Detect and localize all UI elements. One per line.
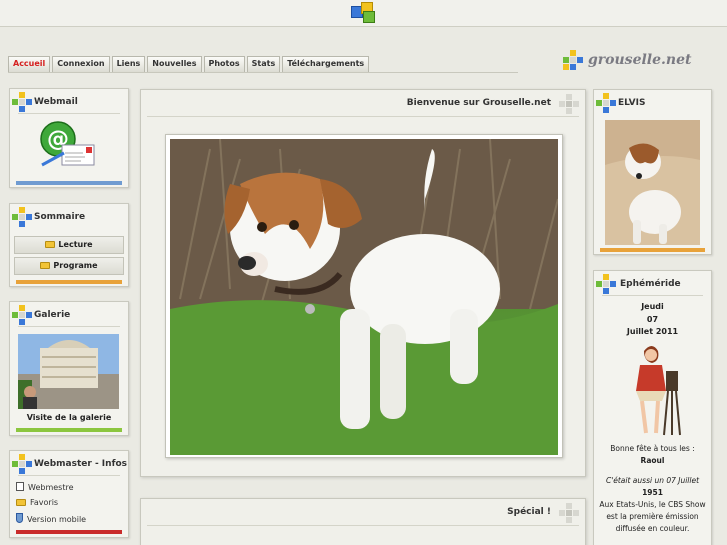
tab-nouvelles[interactable]: Nouvelles	[147, 56, 202, 72]
pinup-image	[636, 346, 681, 436]
sommaire-item-programe[interactable]: Programe	[14, 257, 124, 275]
galerie-title: Galerie	[34, 310, 71, 320]
folder-icon	[40, 262, 51, 269]
box-dots-icon	[12, 305, 34, 327]
galerie-bar	[16, 428, 122, 432]
tab-underline	[8, 72, 518, 73]
ephemeride-history: C'était aussi un 07 Juillet 1951 Aux Eta…	[594, 475, 711, 535]
box-dots-icon	[596, 93, 618, 115]
webmaster-item-label: Webmestre	[28, 483, 74, 492]
sommaire-item-label: Programe	[53, 261, 98, 270]
ephemeride-date: Jeudi 07 Juillet 2011	[594, 301, 711, 339]
brand-dots-icon	[563, 50, 585, 72]
box-dots-icon	[559, 94, 581, 116]
separator	[18, 113, 120, 114]
main-photo-frame	[165, 134, 563, 458]
special-box: Spécial !	[140, 498, 586, 545]
webmaster-box: Webmaster - Infos Webmestre Favoris Vers…	[9, 450, 129, 538]
sommaire-bar	[16, 280, 122, 284]
box-dots-icon	[12, 92, 34, 114]
box-dots-icon	[12, 454, 34, 476]
separator	[18, 475, 120, 476]
fete-label: Bonne fête à tous les :	[610, 444, 695, 453]
history-text-3: diffusée en couleur.	[615, 524, 690, 533]
elvis-box: ELVIS	[593, 89, 712, 255]
main-content-box: Bienvenue sur Grouselle.net	[140, 89, 586, 477]
tab-stats[interactable]: Stats	[246, 56, 281, 72]
webmail-box: Webmail @	[9, 88, 129, 188]
top-bar	[0, 0, 727, 27]
history-year: 1951	[642, 488, 663, 497]
tab-photos[interactable]: Photos	[203, 56, 245, 72]
ephemeride-month: Juillet 2011	[626, 327, 679, 336]
tab-telechargements[interactable]: Téléchargements	[282, 56, 370, 72]
ephemeride-day: Jeudi	[641, 302, 664, 311]
galerie-link[interactable]: Visite de la galerie	[10, 413, 128, 422]
fete-name: Raoul	[640, 456, 665, 465]
box-dots-icon	[559, 503, 581, 525]
separator	[18, 326, 120, 327]
ephemeride-fete: Bonne fête à tous les : Raoul	[594, 443, 711, 467]
main-photo-dog[interactable]	[170, 139, 558, 455]
ephemeride-box: Ephéméride Jeudi 07 Juillet 2011 Bonne f…	[593, 270, 712, 545]
box-dots-icon	[12, 207, 34, 229]
webmaster-title: Webmaster - Infos	[34, 459, 128, 469]
webmaster-item-webmestre[interactable]: Webmestre	[16, 482, 74, 493]
edit-icon	[16, 482, 24, 491]
elvis-photo[interactable]	[605, 120, 700, 245]
sommaire-item-label: Lecture	[58, 240, 93, 249]
sommaire-item-lecture[interactable]: Lecture	[14, 236, 124, 254]
webmaster-item-mobile[interactable]: Version mobile	[16, 513, 86, 525]
galerie-thumbnail[interactable]	[18, 334, 119, 409]
webmaster-item-label: Version mobile	[27, 515, 87, 524]
webmaster-item-favoris[interactable]: Favoris	[16, 498, 58, 508]
history-text-1: Aux Etats-Unis, le CBS Show	[599, 500, 706, 509]
elvis-title: ELVIS	[618, 98, 646, 108]
webmail-icon[interactable]: @	[38, 119, 100, 169]
ephemeride-daynum: 07	[646, 314, 659, 324]
tab-accueil[interactable]: Accueil	[8, 56, 51, 72]
ephemeride-title: Ephéméride	[620, 279, 681, 289]
main-nav: Accueil Connexion Liens Nouvelles Photos…	[8, 56, 370, 72]
tab-connexion[interactable]: Connexion	[52, 56, 110, 72]
main-title: Bienvenue sur Grouselle.net	[406, 98, 551, 108]
history-text-2: est la première émission	[606, 512, 699, 521]
webmail-title: Webmail	[34, 97, 78, 107]
folder-icon	[16, 499, 26, 506]
sommaire-title: Sommaire	[34, 212, 86, 222]
history-intro: C'était aussi un 07 Juillet	[605, 476, 700, 485]
box-dots-icon	[596, 274, 618, 296]
webmail-bar	[16, 181, 122, 185]
galerie-box: Galerie Visite de la galerie	[9, 301, 129, 436]
sommaire-box: Sommaire Lecture Programe	[9, 203, 129, 287]
special-title: Spécial !	[507, 507, 551, 517]
tab-liens[interactable]: Liens	[111, 56, 146, 72]
brand-text: grouselle.net	[588, 52, 692, 68]
brand-logo[interactable]: grouselle.net	[563, 48, 693, 76]
elvis-bar	[600, 248, 705, 252]
shield-icon	[16, 513, 23, 523]
separator	[602, 295, 703, 296]
folder-icon	[45, 241, 56, 248]
separator	[147, 116, 579, 117]
webmaster-item-label: Favoris	[30, 498, 59, 507]
site-logo-icon[interactable]	[351, 2, 377, 24]
separator	[147, 525, 579, 526]
webmaster-bar	[16, 530, 122, 534]
